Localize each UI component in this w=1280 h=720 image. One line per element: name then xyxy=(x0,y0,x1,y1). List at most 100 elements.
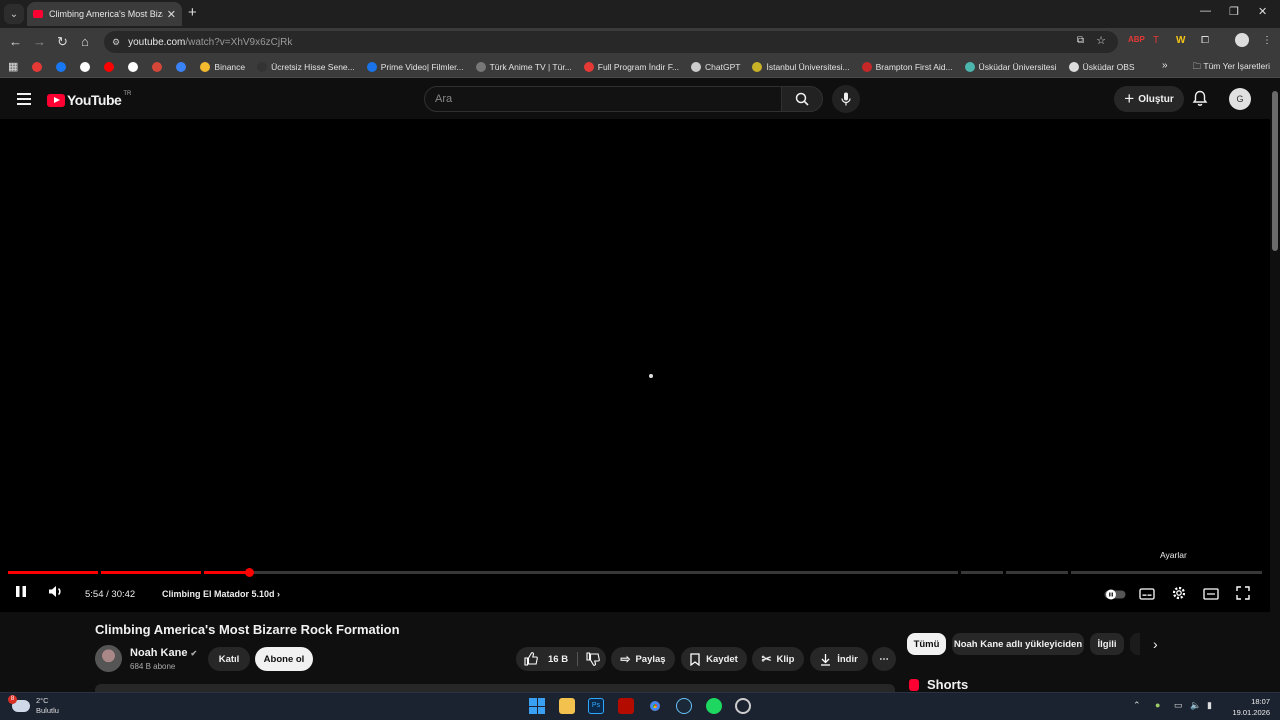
notifications-bell-icon[interactable] xyxy=(1192,90,1208,112)
chip-related[interactable]: İlgili xyxy=(1090,633,1124,655)
guide-menu-icon[interactable] xyxy=(17,93,31,108)
pause-button[interactable] xyxy=(15,585,27,603)
voice-search-button[interactable] xyxy=(832,85,860,113)
theater-mode-button[interactable] xyxy=(1203,587,1219,605)
page-scrollbar[interactable] xyxy=(1270,79,1280,692)
acrobat-icon[interactable] xyxy=(618,698,634,714)
window-close-icon[interactable]: ✕ xyxy=(1258,5,1267,18)
site-info-icon[interactable]: ⚙ xyxy=(112,37,120,48)
video-player[interactable]: Ayarlar 5:54 / 30:42 Climbing El Matador… xyxy=(0,119,1270,612)
save-button[interactable]: Kaydet xyxy=(681,647,747,671)
autoplay-toggle[interactable] xyxy=(1104,587,1126,605)
clip-button[interactable]: ✂ Klip xyxy=(752,647,804,671)
bookmark-item[interactable] xyxy=(176,61,190,72)
chapter-title-button[interactable]: Climbing El Matador 5.10d › xyxy=(162,589,280,599)
bookmark-item[interactable]: Brampton First Aid... xyxy=(861,61,953,72)
bookmark-item[interactable]: Full Program İndir F... xyxy=(583,61,679,72)
bookmark-item[interactable]: Üsküdar Üniversitesi xyxy=(964,61,1057,72)
system-clock[interactable]: 18:07 19.01.2026 xyxy=(1232,696,1270,718)
create-button[interactable]: + Oluştur xyxy=(1114,86,1184,112)
new-tab-button[interactable]: + xyxy=(188,4,197,21)
apps-grid-icon[interactable]: ▦ xyxy=(8,60,18,73)
tab-search-button[interactable]: ⌄ xyxy=(4,4,24,24)
photoshop-icon[interactable]: Ps xyxy=(588,698,604,714)
weather-widget[interactable]: 8 2°C Bulutlu xyxy=(8,695,59,716)
fullscreen-button[interactable] xyxy=(1236,586,1250,605)
bookmark-item[interactable] xyxy=(104,61,118,72)
more-actions-button[interactable]: ⋯ xyxy=(872,647,896,671)
all-bookmarks-folder[interactable]: 🗀 Tüm Yer İşaretleri xyxy=(1193,61,1270,75)
channel-name[interactable]: Noah Kane ✔ xyxy=(130,647,197,659)
chip-all[interactable]: Tümü xyxy=(907,633,946,655)
home-icon[interactable]: ⌂ xyxy=(81,34,89,49)
microphone-tray-icon[interactable]: ● xyxy=(1155,700,1160,710)
bookmark-item[interactable]: ChatGPT xyxy=(691,61,740,72)
bookmark-item[interactable] xyxy=(32,61,46,72)
verified-check-icon: ✔ xyxy=(190,649,198,658)
bookmark-item[interactable] xyxy=(80,61,94,72)
bookmark-star-icon[interactable]: ☆ xyxy=(1096,34,1106,47)
scissors-icon: ✂ xyxy=(761,652,772,666)
search-input[interactable]: Ara xyxy=(424,86,782,112)
chip-from-uploader[interactable]: Noah Kane adlı yükleyiciden xyxy=(952,633,1084,655)
speaker-icon[interactable]: 🔈 xyxy=(1190,700,1201,711)
install-app-icon[interactable]: ⧉ xyxy=(1077,35,1084,46)
bookmark-favicon-icon xyxy=(32,61,43,72)
channel-avatar[interactable] xyxy=(95,645,122,672)
reload-icon[interactable]: ↻ xyxy=(57,34,68,50)
account-avatar[interactable]: G xyxy=(1229,88,1251,110)
subscribe-button[interactable]: Abone ol xyxy=(255,647,313,671)
settings-button[interactable] xyxy=(1171,585,1187,606)
minimize-icon[interactable]: — xyxy=(1200,5,1211,17)
adblock-extension-icon[interactable]: ABP xyxy=(1128,35,1145,44)
start-windows-icon[interactable] xyxy=(529,698,545,714)
more-bookmarks-icon[interactable]: » xyxy=(1162,60,1168,71)
w-extension-icon[interactable]: W xyxy=(1176,35,1185,46)
file-explorer-icon[interactable] xyxy=(559,698,575,714)
tab-close-icon[interactable]: ✕ xyxy=(167,8,176,21)
volume-button[interactable] xyxy=(48,585,64,603)
back-icon[interactable]: ← xyxy=(9,34,22,49)
tray-chevron-icon[interactable]: ⌃ xyxy=(1133,700,1141,711)
like-button[interactable]: 16 B xyxy=(524,652,568,666)
extensions-icon[interactable]: ⧠ xyxy=(1201,35,1209,46)
bookmark-item[interactable] xyxy=(152,61,166,72)
bookmark-item[interactable] xyxy=(56,61,70,72)
weather-temperature: 2°C xyxy=(36,696,49,705)
spotify-icon[interactable] xyxy=(706,698,722,714)
subtitles-button[interactable] xyxy=(1139,587,1155,605)
bookmark-item[interactable]: İstanbul Üniversitesi... xyxy=(752,61,850,72)
dislike-button[interactable] xyxy=(586,652,600,669)
description-box[interactable] xyxy=(95,684,895,692)
chrome-icon[interactable] xyxy=(647,698,663,714)
chips-next-chevron-icon[interactable]: › xyxy=(1153,636,1158,652)
network-icon[interactable]: ▭ xyxy=(1174,700,1183,711)
translate-extension-icon[interactable]: T xyxy=(1153,35,1159,46)
profile-avatar-icon[interactable] xyxy=(1235,33,1249,47)
bookmark-label: Üsküdar Üniversitesi xyxy=(978,61,1057,72)
bookmark-item[interactable]: Türk Anime TV | Tür... xyxy=(475,61,572,72)
youtube-logo[interactable]: YouTube TR xyxy=(47,91,131,108)
browser-menu-icon[interactable]: ⋮ xyxy=(1262,35,1272,46)
steam-icon[interactable] xyxy=(676,698,692,714)
tab-title: Climbing America's Most Bizarre xyxy=(49,9,163,19)
weather-alert-badge: 8 xyxy=(8,695,17,704)
scrollbar-thumb[interactable] xyxy=(1272,91,1278,251)
browser-tab[interactable]: Climbing America's Most Bizarre ✕ xyxy=(27,2,182,26)
join-button[interactable]: Katıl xyxy=(208,647,250,671)
bookmark-item[interactable]: Ücretsiz Hisse Sene... xyxy=(257,61,355,72)
bookmark-item[interactable]: Üsküdar OBS xyxy=(1068,61,1135,72)
search-button[interactable] xyxy=(781,86,823,112)
url-input[interactable]: ⚙ youtube.com/watch?v=XhV9x6zCjRk ⧉ ☆ xyxy=(104,31,1118,53)
bookmark-item[interactable] xyxy=(128,61,142,72)
battery-icon[interactable]: ▮ xyxy=(1207,700,1212,711)
download-button[interactable]: İndir xyxy=(810,647,868,671)
share-button[interactable]: ⇨ Paylaş xyxy=(611,647,675,671)
restore-icon[interactable]: ❐ xyxy=(1229,5,1239,18)
app-icon[interactable] xyxy=(735,698,751,714)
scrubber-knob[interactable] xyxy=(245,568,255,577)
bookmark-item[interactable]: Prime Video| Filmler... xyxy=(366,61,464,72)
forward-icon[interactable]: → xyxy=(33,34,46,49)
bookmark-item[interactable]: Binance xyxy=(200,61,245,72)
progress-bar[interactable] xyxy=(8,568,1262,577)
